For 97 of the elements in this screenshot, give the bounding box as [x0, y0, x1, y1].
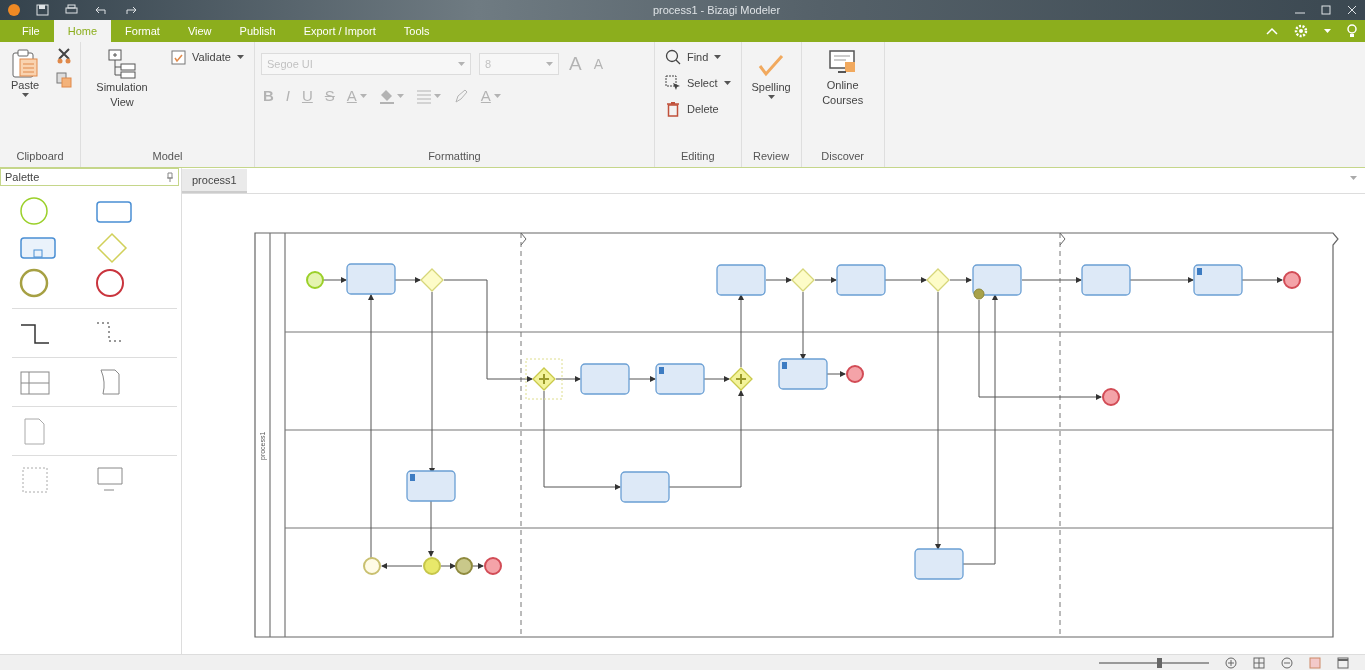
sequence-flow[interactable] [440, 563, 456, 569]
task-shape[interactable] [914, 548, 964, 580]
ribbon-tab[interactable]: Publish [225, 20, 290, 42]
caret-icon [21, 93, 29, 97]
ribbon-tab[interactable]: View [173, 20, 226, 42]
caret-icon [493, 94, 501, 98]
task-shape[interactable] [655, 363, 705, 395]
group-label: Editing [679, 149, 716, 164]
trash-icon [664, 101, 681, 117]
close-icon[interactable] [1347, 5, 1357, 15]
caret-icon [457, 62, 465, 66]
group-label: Clipboard [15, 149, 65, 164]
clipboard-icon [10, 48, 40, 78]
sequence-flow[interactable] [1129, 277, 1194, 283]
end-event[interactable] [846, 365, 864, 383]
sequence-flow[interactable] [884, 277, 927, 283]
print-icon[interactable] [65, 4, 78, 16]
scissors-icon [56, 48, 72, 64]
select-button[interactable]: Select [660, 72, 735, 94]
search-icon [664, 49, 681, 65]
align-icon [415, 88, 432, 104]
palette-search-field[interactable]: Palette [0, 168, 179, 186]
diagram-icon [107, 48, 137, 80]
sequence-flow[interactable] [322, 277, 347, 283]
caret-icon [433, 94, 441, 98]
delete-button[interactable]: Delete [660, 98, 735, 120]
end-event[interactable] [1102, 388, 1120, 406]
redo-icon[interactable] [124, 5, 138, 15]
find-button[interactable]: Find [660, 46, 735, 68]
boundary-event[interactable] [973, 288, 985, 300]
paste-button[interactable]: Paste [6, 46, 44, 99]
sequence-flow[interactable] [394, 277, 421, 283]
sequence-flow[interactable] [628, 376, 656, 382]
task-shape[interactable] [1193, 264, 1243, 296]
sequence-flow[interactable] [1021, 277, 1082, 283]
group-label: Model [151, 149, 184, 164]
document-tab[interactable]: process1 [182, 169, 247, 193]
copy-icon [56, 72, 72, 88]
pin-icon[interactable] [166, 172, 174, 182]
caret-icon [714, 55, 722, 59]
caret-icon [359, 94, 367, 98]
maximize-icon[interactable] [1321, 5, 1331, 15]
sequence-flow[interactable] [738, 294, 744, 368]
online-courses-button[interactable]: Online Courses [807, 46, 878, 110]
intermediate-event[interactable] [363, 557, 381, 575]
caret-icon [396, 94, 404, 98]
undo-icon[interactable] [94, 5, 108, 15]
group-label: Formatting [427, 149, 482, 164]
caret-icon[interactable] [1350, 175, 1357, 180]
pen-icon [452, 88, 469, 104]
start-event[interactable] [306, 271, 324, 289]
end-event[interactable] [1283, 271, 1301, 289]
window-icon[interactable] [1337, 656, 1349, 669]
collapse-ribbon-icon[interactable] [1266, 27, 1278, 35]
caret-icon[interactable] [1324, 29, 1331, 33]
sequence-flow[interactable] [472, 563, 484, 569]
sequence-flow[interactable] [555, 376, 581, 382]
grid-icon[interactable] [1253, 656, 1265, 669]
task-shape[interactable] [620, 471, 670, 503]
sequence-flow[interactable] [949, 277, 972, 283]
group-label: Discover [820, 149, 866, 164]
image-icon[interactable] [1309, 656, 1321, 669]
ribbon-tab[interactable]: Home [53, 20, 112, 42]
simulation-view-button[interactable]: Simulation View [87, 46, 157, 112]
spelling-button[interactable]: Spelling [747, 46, 795, 101]
ribbon-tab[interactable]: Format [111, 20, 174, 42]
lightbulb-icon[interactable] [1347, 24, 1357, 38]
ribbon-tab[interactable]: File [8, 20, 54, 42]
zoom-in-icon[interactable] [1225, 656, 1237, 669]
sequence-flow[interactable] [765, 277, 792, 283]
caret-icon [723, 81, 731, 85]
ribbon-tab[interactable]: Export / Import [289, 20, 390, 42]
save-icon[interactable] [36, 4, 49, 16]
end-event[interactable] [484, 557, 502, 575]
paint-bucket-icon [378, 88, 395, 104]
validate-button[interactable]: Validate [167, 46, 248, 68]
sequence-flow[interactable] [381, 563, 423, 569]
zoom-out-icon[interactable] [1281, 656, 1293, 669]
caret-icon [767, 95, 775, 99]
intermediate-event[interactable] [455, 557, 473, 575]
gear-icon[interactable] [1294, 24, 1308, 38]
selection-icon [664, 75, 681, 91]
sequence-flow[interactable] [1241, 277, 1283, 283]
app-logo-icon [8, 4, 20, 16]
task-shape[interactable] [778, 358, 828, 390]
group-label: Review [752, 149, 791, 164]
caret-icon [545, 62, 553, 66]
caret-icon [236, 55, 244, 59]
sequence-flow[interactable] [826, 371, 846, 377]
checklist-icon [171, 49, 186, 65]
task-shape[interactable] [406, 470, 456, 502]
sequence-flow[interactable] [800, 291, 806, 360]
ribbon-tab[interactable]: Tools [389, 20, 444, 42]
slider-thumb[interactable] [1156, 657, 1162, 668]
sequence-flow[interactable] [703, 376, 730, 382]
window-title: process1 - Bizagi Modeler [651, 2, 782, 18]
sequence-flow[interactable] [814, 277, 837, 283]
